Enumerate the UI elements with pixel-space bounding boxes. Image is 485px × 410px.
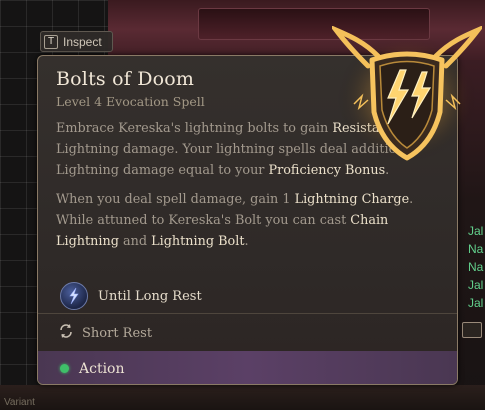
action-cost-bar: Action — [38, 351, 457, 384]
party-name[interactable]: Jal — [468, 296, 485, 310]
divider — [38, 313, 457, 314]
party-name-list: Jal Na Na Jal Jal — [468, 224, 485, 310]
spell-subtitle: Level 4 Evocation Spell — [56, 94, 205, 109]
game-background-bottom — [0, 385, 485, 410]
background-label: Variant — [4, 397, 35, 408]
inspect-hint[interactable]: T Inspect — [40, 31, 113, 52]
desc-text: . — [244, 234, 249, 249]
chat-icon[interactable] — [462, 322, 482, 338]
desc-text: When you deal spell damage, gain 1 — [56, 192, 295, 207]
duration-row: Until Long Rest — [60, 282, 202, 310]
desc-text: and — [118, 234, 152, 249]
duration-label: Until Long Rest — [98, 288, 202, 304]
desc-text: Embrace Kereska's lightning bolts to gai… — [56, 121, 333, 136]
keyword-lightning-bolt[interactable]: Lightning Bolt — [151, 234, 244, 249]
party-name[interactable]: Na — [468, 260, 485, 274]
refresh-cycle-icon — [58, 323, 74, 343]
party-name[interactable]: Jal — [468, 224, 485, 238]
description-paragraph-2: When you deal spell damage, gain 1 Light… — [56, 189, 428, 252]
inspect-label: Inspect — [63, 34, 102, 49]
action-dot-icon — [60, 364, 69, 373]
party-name[interactable]: Na — [468, 242, 485, 256]
recharge-label: Short Rest — [82, 325, 153, 341]
keycap-icon: T — [44, 34, 58, 49]
recharge-row: Short Rest — [58, 323, 152, 343]
keyword-lightning-charge[interactable]: Lightning Charge — [295, 192, 410, 207]
party-name[interactable]: Jal — [468, 278, 485, 292]
action-cost-label: Action — [79, 360, 125, 377]
spell-title: Bolts of Doom — [56, 68, 195, 90]
lightning-spell-icon — [60, 282, 88, 310]
bolts-of-doom-shield-emblem — [332, 26, 482, 162]
